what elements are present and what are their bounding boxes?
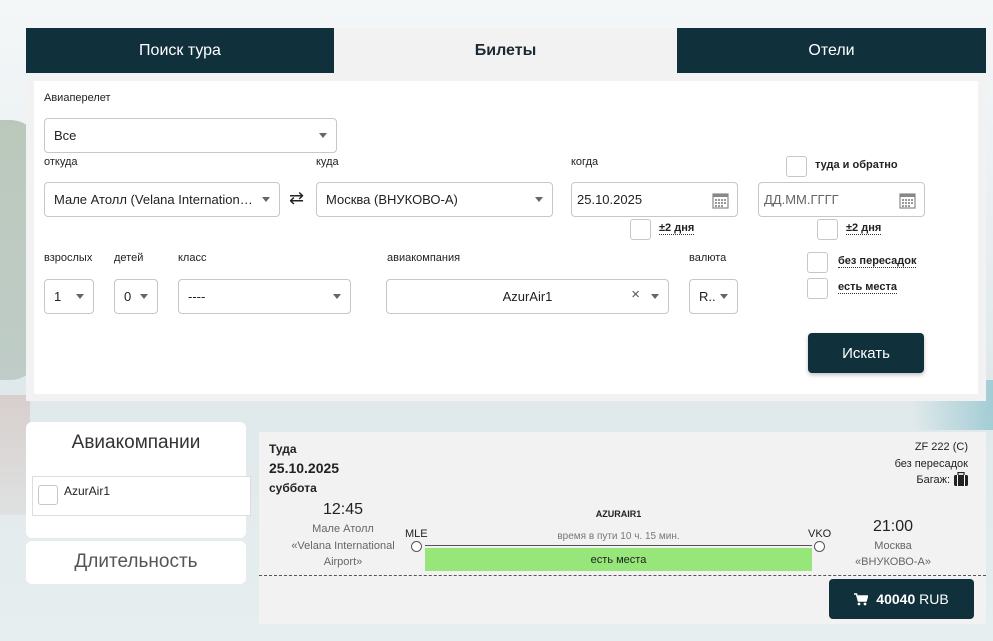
roundtrip-label: туда и обратно [815, 159, 898, 171]
swap-icon[interactable]: ⇄ [289, 188, 304, 209]
return-date-input[interactable]: ДД.ММ.ГГГГ [758, 182, 925, 217]
calendar-icon[interactable] [899, 192, 916, 209]
price-currency: RUB [919, 591, 949, 607]
flight-duration: время в пути 10 ч. 15 мин. [557, 531, 680, 542]
class-select[interactable]: ---- [178, 279, 351, 314]
airline-label: авиакомпания [387, 252, 461, 264]
departure-date-input[interactable]: 25.10.2025 [571, 182, 738, 217]
departure-date-value: 25.10.2025 [577, 192, 643, 207]
to-label: куда [316, 156, 339, 168]
nonstop-checkbox[interactable] [807, 252, 828, 273]
departure-time: 12:45 [322, 501, 364, 518]
airline-value: AzurAir1 [502, 289, 553, 304]
arrival-code: VKO [808, 528, 832, 540]
flight-type-select[interactable]: Все [44, 118, 337, 153]
stops-info: без пересадок [894, 458, 968, 470]
currency-value: R.. [699, 289, 716, 304]
chevron-down-icon [651, 293, 659, 299]
buy-button[interactable]: 40040 RUB [829, 579, 974, 619]
return-flex-dates-label: ±2 дня [846, 222, 882, 235]
search-tabs: Поиск тура Билеты Отели [26, 28, 986, 73]
children-select[interactable]: 0 [114, 279, 158, 314]
chevron-down-icon [333, 293, 341, 299]
airline-filter-option[interactable]: AzurAir1 [32, 476, 251, 516]
from-label: откуда [44, 156, 78, 168]
departure-point [411, 541, 422, 552]
adults-select[interactable]: 1 [44, 279, 94, 314]
tab-tour-search[interactable]: Поиск тура [26, 28, 334, 73]
flight-number: ZF 222 (C) [914, 441, 968, 453]
cart-icon [854, 592, 869, 605]
departure-airport-cont: Airport» [323, 556, 363, 568]
flex-dates-label: ±2 дня [659, 222, 695, 235]
arrival-city: Москва [874, 540, 912, 552]
return-flex-dates-checkbox[interactable] [817, 219, 838, 240]
tab-hotels[interactable]: Отели [677, 28, 986, 73]
arrival-airport: «ВНУКОВО-А» [855, 556, 931, 568]
tab-label: Билеты [474, 41, 537, 59]
baggage-icon [954, 472, 968, 486]
chevron-down-icon [262, 196, 270, 202]
arrival-time: 21:00 [872, 518, 914, 535]
tab-label: Поиск тура [139, 41, 221, 59]
search-button-label: Искать [842, 344, 890, 362]
flex-dates-checkbox[interactable] [630, 219, 651, 240]
airline-option-label: AzurAir1 [64, 484, 111, 498]
flight-date: 25.10.2025 [269, 460, 340, 476]
duration-filter: Длительность [26, 541, 246, 584]
chevron-down-icon [535, 196, 543, 202]
when-label: когда [571, 156, 599, 168]
seats-available-label: есть места [838, 281, 898, 294]
tab-label: Отели [808, 41, 855, 59]
departure-airport: «Velana International [291, 540, 395, 552]
tab-tickets[interactable]: Билеты [334, 28, 677, 73]
chevron-down-icon [140, 293, 148, 299]
from-value: Мале Атолл (Velana International Airport… [54, 192, 257, 207]
airlines-filter-title[interactable]: Авиакомпании [26, 432, 246, 454]
calendar-icon[interactable] [712, 192, 729, 209]
flight-weekday: суббота [269, 481, 317, 495]
departure-city: Мале Атолл [312, 523, 374, 535]
return-date-placeholder: ДД.ММ.ГГГГ [764, 192, 839, 207]
to-value: Москва (ВНУКОВО-А) [326, 192, 458, 207]
availability-bar: есть места [425, 548, 812, 571]
from-select[interactable]: Мале Атолл (Velana International Airport… [44, 182, 280, 217]
duration-filter-title[interactable]: Длительность [26, 551, 246, 573]
nonstop-label: без пересадок [838, 255, 917, 268]
flight-type-value: Все [54, 128, 77, 143]
children-label: детей [114, 252, 144, 264]
currency-label: валюта [689, 252, 727, 264]
availability-label: есть места [590, 553, 647, 566]
search-button[interactable]: Искать [808, 333, 924, 373]
seats-available-checkbox[interactable] [807, 278, 828, 299]
adults-value: 1 [54, 289, 62, 304]
divider [259, 575, 986, 576]
baggage-label: Багаж: [916, 474, 950, 486]
chevron-down-icon [76, 293, 84, 299]
chevron-down-icon [720, 293, 728, 299]
class-value: ---- [188, 289, 206, 304]
route-line [425, 545, 812, 546]
airline-select[interactable]: AzurAir1 × [386, 279, 669, 314]
roundtrip-checkbox[interactable] [786, 156, 807, 177]
flight-type-label: Авиаперелет [44, 92, 111, 104]
price-value: 40040 [876, 591, 916, 607]
currency-select[interactable]: R.. [689, 279, 738, 314]
chevron-down-icon [319, 132, 327, 138]
clear-icon[interactable]: × [631, 286, 640, 303]
children-value: 0 [124, 289, 132, 304]
direction-label: Туда [269, 442, 297, 456]
class-label: класс [178, 252, 207, 264]
airline-name: AZURAIR1 [595, 509, 642, 519]
adults-label: взрослых [44, 252, 93, 264]
airline-option-checkbox[interactable] [38, 485, 58, 505]
arrival-point [814, 541, 825, 552]
to-select[interactable]: Москва (ВНУКОВО-А) [316, 182, 553, 217]
